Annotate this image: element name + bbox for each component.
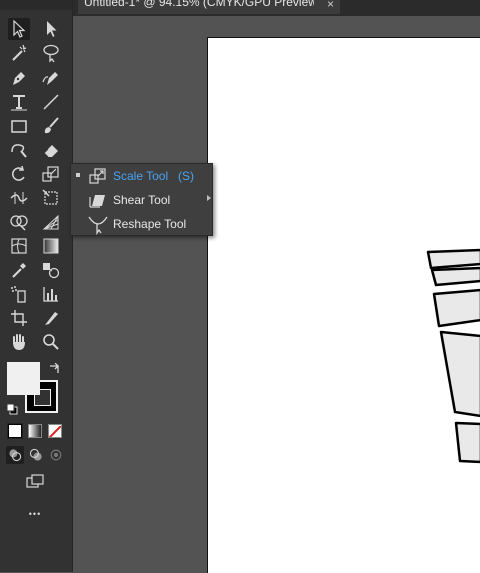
flyout-label-shear: Shear Tool [113, 193, 171, 207]
draw-inside-button[interactable] [47, 446, 65, 464]
direct-selection-tool[interactable] [40, 18, 62, 40]
symbol-sprayer-tool[interactable] [8, 283, 30, 305]
rotate-tool[interactable] [8, 163, 30, 185]
panel-grip[interactable] [0, 0, 72, 10]
mesh-tool[interactable] [8, 235, 30, 257]
scale-tool-icon [42, 166, 59, 182]
artwork-shapes[interactable] [208, 38, 480, 573]
fill-color-swatch[interactable] [7, 362, 40, 395]
blend-icon [43, 263, 60, 279]
gradient-tool[interactable] [40, 235, 62, 257]
color-mode-button[interactable] [7, 423, 23, 439]
shaper-tool[interactable] [8, 139, 30, 161]
document-tab[interactable]: Untitled-1* @ 94.15% (CMYK/GPU Preview) … [78, 0, 340, 14]
column-graph-icon [43, 287, 58, 302]
hand-tool[interactable] [8, 331, 30, 353]
magic-wand-tool[interactable] [8, 42, 30, 64]
draw-normal-button[interactable] [6, 446, 24, 464]
shape-block-2 [454, 421, 480, 464]
shear-icon [87, 189, 109, 211]
scale-icon [87, 165, 109, 187]
slice-knife-icon [45, 312, 58, 325]
shape-strip-2 [430, 266, 480, 287]
shaper-icon [11, 144, 27, 158]
slice-tool[interactable] [40, 307, 62, 329]
gradient-mode-button[interactable] [28, 424, 42, 438]
scale-tools-flyout: Scale Tool (S) Shear Tool Reshape Tool [70, 163, 213, 236]
flyout-label-scale: Scale Tool [113, 169, 169, 183]
paintbrush-tool[interactable] [40, 115, 62, 137]
artboard-icon [11, 310, 27, 326]
zoom-magnifier-icon [43, 334, 59, 350]
swap-colors-icon[interactable] [48, 362, 62, 374]
artboard-tool[interactable] [8, 307, 30, 329]
magic-wand-icon [12, 44, 27, 61]
screen-mode-button[interactable] [24, 470, 46, 492]
scale-tool[interactable] [40, 163, 62, 185]
perspective-grid-tool[interactable] [40, 211, 62, 233]
width-tool[interactable] [8, 187, 30, 209]
close-icon[interactable]: × [327, 0, 334, 11]
selection-arrow-icon [13, 19, 26, 38]
rotate-icon [12, 165, 25, 181]
flyout-shortcut-scale: (S) [178, 169, 194, 183]
shape-builder-icon [10, 215, 28, 231]
default-colors-icon[interactable] [6, 402, 18, 415]
shape-strip-1 [426, 248, 480, 270]
eraser-tool[interactable] [40, 139, 62, 161]
artboard[interactable] [207, 37, 480, 573]
column-graph-tool[interactable] [40, 283, 62, 305]
flyout-item-reshape[interactable]: Reshape Tool [71, 212, 209, 236]
lasso-icon [43, 44, 59, 63]
edit-toolbar-button[interactable]: ••• [24, 503, 46, 525]
width-icon [10, 192, 28, 204]
paintbrush-icon [44, 117, 59, 134]
rectangle-icon [11, 120, 27, 133]
type-t-icon [11, 95, 27, 111]
eyedropper-tool[interactable] [8, 259, 30, 281]
gradient-icon [43, 238, 59, 254]
draw-normal-icon [9, 449, 22, 462]
free-transform-tool[interactable] [40, 187, 62, 209]
curvature-tool[interactable] [40, 67, 62, 89]
more-icon: ••• [28, 509, 42, 519]
lasso-tool[interactable] [40, 42, 62, 64]
active-bullet-icon [76, 173, 80, 177]
tearoff-arrow-icon[interactable] [207, 195, 211, 201]
eraser-icon [43, 145, 58, 158]
rectangle-tool[interactable] [8, 115, 30, 137]
curvature-pen-icon [42, 72, 58, 85]
draw-behind-icon [29, 448, 42, 461]
shape-block-1 [439, 330, 480, 418]
flyout-label-reshape: Reshape Tool [113, 217, 187, 231]
selection-tool[interactable] [8, 18, 30, 40]
draw-behind-button[interactable] [27, 446, 45, 464]
symbol-sprayer-icon [11, 286, 26, 303]
flyout-item-scale[interactable]: Scale Tool (S) [71, 164, 209, 188]
reshape-icon [87, 213, 109, 236]
flyout-item-shear[interactable]: Shear Tool [71, 188, 209, 212]
shape-strip-3 [432, 288, 480, 328]
blend-tool[interactable] [40, 259, 62, 281]
none-mode-button[interactable] [48, 424, 62, 438]
eyedropper-icon [12, 263, 26, 278]
perspective-grid-icon [42, 214, 59, 230]
direct-selection-icon [47, 21, 57, 37]
draw-inside-icon [50, 449, 62, 461]
shape-builder-tool[interactable] [8, 211, 30, 233]
mesh-icon [11, 238, 27, 254]
type-tool[interactable] [8, 91, 30, 113]
line-segment-tool[interactable] [40, 91, 62, 113]
free-transform-icon [42, 189, 58, 205]
pen-tool[interactable] [8, 67, 30, 89]
pen-nib-icon [13, 72, 25, 85]
line-segment-icon [43, 94, 59, 110]
document-tab-title: Untitled-1* @ 94.15% (CMYK/GPU Preview) [84, 0, 314, 9]
screen-mode-icon [26, 474, 44, 488]
hand-icon [13, 334, 25, 350]
zoom-tool[interactable] [40, 331, 62, 353]
tools-panel: ••• [0, 0, 73, 572]
